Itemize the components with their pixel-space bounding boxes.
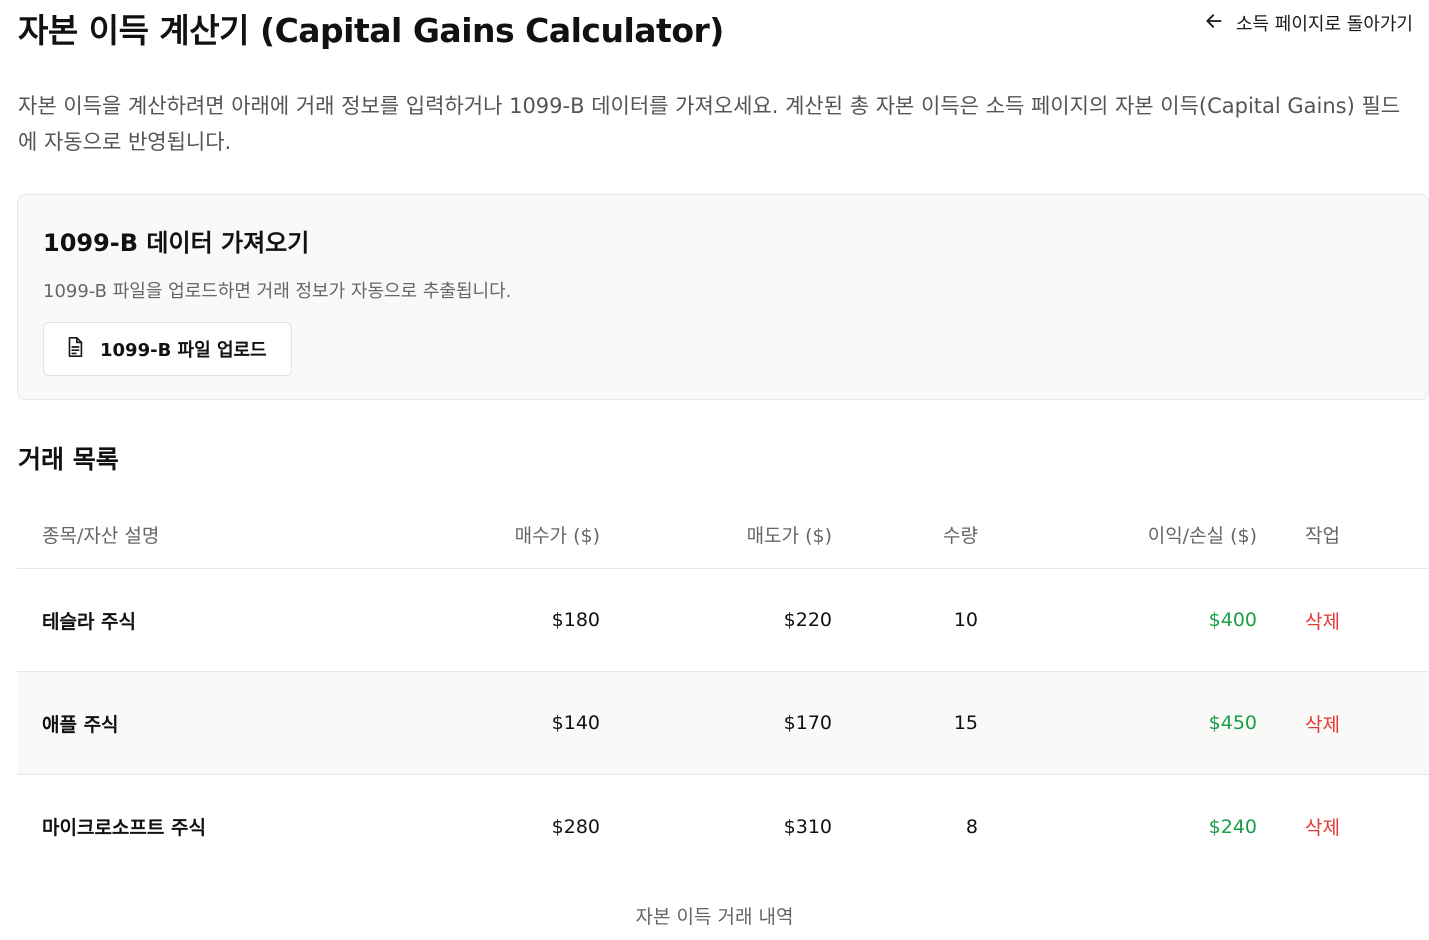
column-header-name: 종목/자산 설명 (42, 524, 160, 547)
import-card-subtitle: 1099-B 파일을 업로드하면 거래 정보가 자동으로 추출됩니다. (43, 281, 512, 302)
file-text-icon (64, 336, 86, 363)
cell-gain: $240 (1208, 815, 1257, 838)
column-header-action: 작업 (1305, 524, 1340, 547)
back-to-income-link[interactable]: 소득 페이지로 돌아가기 (1204, 10, 1413, 36)
table-row: 테슬라 주식 $180 $220 10 $400 삭제 (17, 569, 1429, 672)
cell-qty: 15 (953, 712, 978, 734)
upload-button-label: 1099-B 파일 업로드 (100, 340, 267, 361)
delete-button[interactable]: 삭제 (1305, 672, 1340, 774)
cell-buy: $280 (551, 815, 600, 838)
cell-qty: 10 (953, 609, 978, 631)
import-card-title: 1099-B 데이터 가져오기 (43, 229, 310, 257)
cell-qty: 8 (965, 815, 978, 838)
column-header-gain: 이익/손실 ($) (1147, 524, 1257, 547)
column-header-qty: 수량 (943, 524, 978, 547)
page-title: 자본 이득 계산기 (Capital Gains Calculator) (18, 11, 724, 50)
import-1099b-card: 1099-B 데이터 가져오기 1099-B 파일을 업로드하면 거래 정보가 … (17, 194, 1429, 400)
table-row: 마이크로소프트 주식 $280 $310 8 $240 삭제 (17, 775, 1429, 878)
cell-name: 애플 주식 (42, 713, 119, 736)
cell-sell: $310 (783, 815, 832, 838)
delete-button[interactable]: 삭제 (1305, 569, 1340, 671)
cell-gain: $400 (1208, 609, 1257, 631)
transactions-table: 종목/자산 설명 매수가 ($) 매도가 ($) 수량 이익/손실 ($) 작업… (17, 500, 1429, 878)
back-link-label: 소득 페이지로 돌아가기 (1235, 14, 1413, 35)
transactions-title: 거래 목록 (18, 445, 119, 474)
arrow-left-icon (1204, 11, 1224, 36)
cell-buy: $140 (551, 712, 600, 734)
column-header-buy: 매수가 ($) (514, 524, 600, 547)
page-description: 자본 이득을 계산하려면 아래에 거래 정보를 입력하거나 1099-B 데이터… (18, 94, 1401, 154)
cell-gain: $450 (1208, 712, 1257, 734)
cell-sell: $170 (783, 712, 832, 734)
table-row: 애플 주식 $140 $170 15 $450 삭제 (17, 672, 1429, 775)
column-header-sell: 매도가 ($) (746, 524, 832, 547)
cell-name: 마이크로소프트 주식 (42, 817, 206, 839)
table-header-row: 종목/자산 설명 매수가 ($) 매도가 ($) 수량 이익/손실 ($) 작업 (17, 500, 1429, 569)
cell-sell: $220 (783, 609, 832, 631)
table-caption: 자본 이득 거래 내역 (635, 906, 794, 928)
upload-1099b-button[interactable]: 1099-B 파일 업로드 (43, 322, 292, 376)
cell-buy: $180 (551, 609, 600, 631)
delete-button[interactable]: 삭제 (1305, 775, 1340, 878)
cell-name: 테슬라 주식 (42, 610, 137, 633)
capital-gains-page: 자본 이득 계산기 (Capital Gains Calculator) 소득 … (0, 0, 1429, 940)
